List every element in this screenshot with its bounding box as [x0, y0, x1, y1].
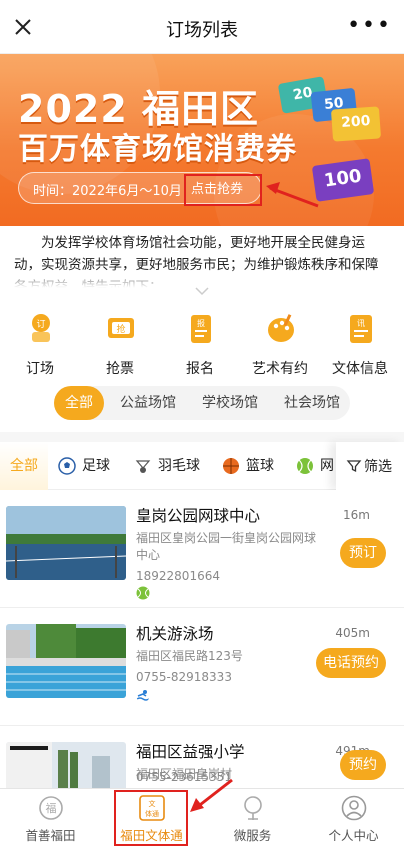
tennis-ball-icon: [136, 586, 150, 600]
more-icon[interactable]: •••: [347, 15, 392, 37]
sport-label: 网: [320, 458, 334, 474]
chip-public[interactable]: 公益场馆: [110, 386, 186, 420]
nav-culture-info[interactable]: 讯 文体信息: [324, 304, 396, 380]
chip-school[interactable]: 学校场馆: [192, 386, 268, 420]
venue-distance: 405m: [335, 626, 370, 640]
venue-name: 福田区益强小学: [136, 743, 245, 761]
shuttlecock-icon: [135, 460, 151, 473]
banner-time: 时间：2022年6月～10月: [33, 184, 182, 199]
nav-label: 抢票: [106, 361, 134, 377]
filter-icon: [346, 460, 362, 473]
filter-label: 筛选: [364, 459, 392, 475]
nav-label: 订场: [26, 361, 54, 377]
reserve-button[interactable]: 预约: [340, 750, 386, 780]
venue-phone: 18922801664: [136, 569, 220, 583]
svg-text:抢: 抢: [116, 323, 125, 335]
filter-button[interactable]: 筛选: [336, 442, 404, 490]
tree-icon: [244, 796, 262, 820]
venue-photo: [6, 506, 126, 580]
tab-label: 个人中心: [328, 828, 379, 843]
sport-label: 羽毛球: [158, 458, 200, 474]
feature-nav: 订 订场 抢 抢票 报 报名 艺术有约 讯 文体信息: [0, 304, 404, 384]
venue-name: 皇岗公园网球中心: [136, 507, 261, 525]
chip-social[interactable]: 社会场馆: [274, 386, 350, 420]
nav-tickets[interactable]: 抢 抢票: [84, 304, 156, 380]
chevron-down-icon[interactable]: [194, 286, 210, 296]
banner-subheadline: 百万体育场馆消费券: [18, 132, 297, 167]
user-icon: [341, 795, 367, 821]
venue-photo: [6, 742, 126, 788]
swimmer-icon: [136, 690, 150, 701]
venue-name: 机关游泳场: [136, 625, 214, 643]
svg-text:报: 报: [197, 318, 205, 328]
page-title: 订场列表: [166, 20, 238, 41]
nav-signup[interactable]: 报 报名: [164, 304, 236, 380]
coupon-200: 200: [330, 106, 382, 142]
sport-label: 足球: [82, 458, 110, 474]
highlight-box: [184, 174, 262, 206]
title-bar: 订场列表 •••: [0, 0, 404, 54]
sport-tab-badminton[interactable]: 羽毛球: [134, 442, 200, 490]
svg-text:订: 订: [36, 319, 45, 330]
highlight-box: [114, 790, 188, 846]
venue-type-filter: 全部 公益场馆 学校场馆 社会场馆: [54, 386, 350, 420]
signup-icon: 报: [191, 315, 211, 343]
palette-icon: [268, 314, 294, 342]
svg-text:福: 福: [46, 801, 57, 815]
tab-home-futian[interactable]: 福 首善福田: [0, 789, 101, 849]
chip-all[interactable]: 全部: [54, 386, 104, 420]
sport-label: 篮球: [246, 458, 274, 474]
venue-booking-icon: 订: [32, 314, 50, 342]
ticket-icon: 抢: [108, 318, 134, 338]
venue-distance: 16m: [343, 508, 370, 522]
tab-profile[interactable]: 个人中心: [303, 789, 404, 849]
phone-booking-button[interactable]: 电话预约: [316, 648, 386, 678]
venue-card[interactable]: 皇岗公园网球中心 16m 福田区皇岗公园一街皇岗公园网球中心 189228016…: [0, 490, 404, 608]
venue-address: 福田区皇岗公园一街皇岗公园网球中心: [136, 531, 317, 562]
venue-address: 福田区福民路123号: [136, 649, 243, 663]
tab-label: 首善福田: [25, 828, 76, 843]
football-icon: [58, 457, 76, 475]
svg-text:讯: 讯: [357, 319, 365, 328]
venue-phone: 0755-82918333: [136, 670, 232, 684]
arrow-icon: [266, 182, 319, 208]
nav-label: 报名: [186, 361, 214, 377]
arrow-icon: [190, 778, 233, 812]
section-divider: [0, 432, 404, 442]
info-doc-icon: 讯: [350, 315, 372, 343]
book-button[interactable]: 预订: [340, 538, 386, 568]
futian-logo-icon: 福: [39, 796, 63, 820]
nav-venue-booking[interactable]: 订 订场: [4, 304, 76, 380]
sport-tab-tennis[interactable]: 网: [296, 442, 334, 490]
promo-banner[interactable]: 2022 福田区 百万体育场馆消费券 20 50 200 100 时间：2022…: [0, 54, 404, 226]
nav-art[interactable]: 艺术有约: [244, 304, 316, 380]
nav-label: 艺术有约: [252, 361, 308, 377]
venue-card[interactable]: 机关游泳场 405m 福田区福民路123号 0755-82918333 电话预约: [0, 608, 404, 726]
sport-tab-basketball[interactable]: 篮球: [222, 442, 274, 490]
nav-label: 文体信息: [332, 361, 388, 377]
basketball-icon: [223, 458, 239, 474]
tennis-ball-icon: [297, 458, 313, 474]
sport-tab-football[interactable]: 足球: [58, 442, 110, 490]
venue-photo: [6, 624, 126, 698]
tab-label: 微服务: [233, 828, 272, 843]
sport-tab-all[interactable]: 全部: [10, 442, 38, 490]
